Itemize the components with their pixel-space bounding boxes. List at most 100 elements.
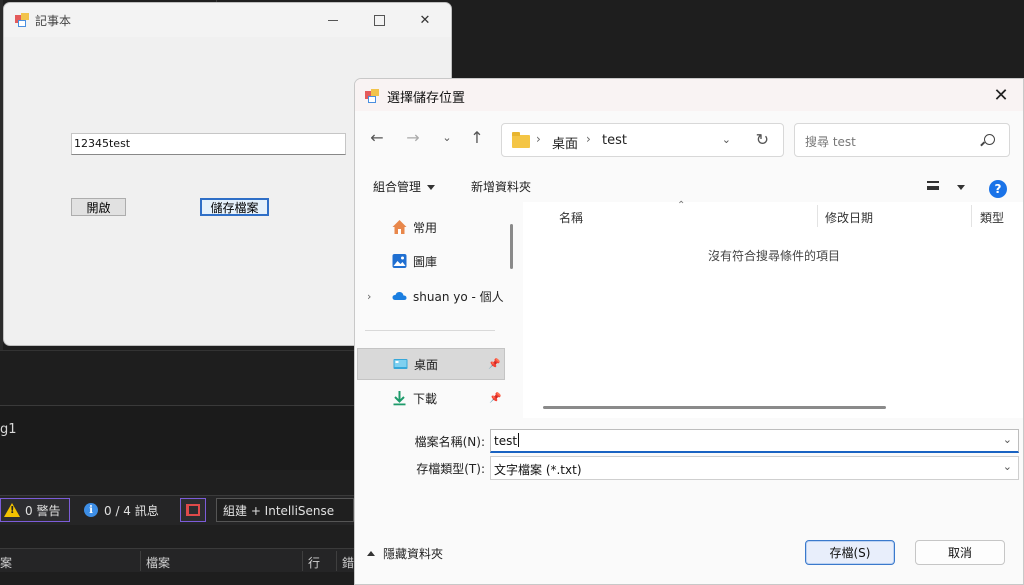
hide-folders-label: 隱藏資料夾 <box>383 547 444 561</box>
expand-chevron-icon[interactable]: › <box>367 290 371 303</box>
messages-filter-button[interactable]: i 0 / 4 訊息 <box>84 498 159 522</box>
text-cursor <box>518 433 520 447</box>
nav-item-desktop[interactable]: 桌面 📌 <box>357 348 505 380</box>
refresh-icon[interactable]: ↻ <box>756 130 769 149</box>
sort-ascending-icon: ⌃ <box>677 200 686 211</box>
gallery-icon <box>392 254 407 268</box>
filetype-value: 文字檔案 (*.txt) <box>494 463 582 477</box>
chevron-right-icon[interactable]: › <box>586 132 591 146</box>
clear-filter-button[interactable] <box>180 498 206 522</box>
warning-icon <box>4 503 20 517</box>
warnings-count: 0 警告 <box>25 503 61 518</box>
recent-locations-button[interactable]: ⌄ <box>435 125 459 149</box>
column-separator <box>140 551 141 571</box>
chevron-down-icon: ⌄ <box>1002 460 1012 473</box>
build-scope-select[interactable]: 組建 + IntelliSense <box>216 498 354 522</box>
pin-icon[interactable]: 📌 <box>488 359 500 370</box>
close-icon: ✕ <box>419 12 431 28</box>
col-description[interactable]: 案 <box>0 554 12 571</box>
info-icon: i <box>84 503 98 517</box>
content-textbox[interactable]: 12345test <box>71 133 346 155</box>
organize-label: 組合管理 <box>373 180 422 194</box>
forward-button[interactable]: → <box>401 125 425 149</box>
app-icon <box>365 89 379 103</box>
desktop-icon <box>393 359 408 369</box>
ide-error-list-body <box>0 572 354 585</box>
chevron-down-icon: ⌄ <box>442 130 452 144</box>
navigation-pane: 常用 圖庫 › shuan yo - 個人 桌面 📌 下載 📌 <box>355 202 513 418</box>
command-bar: 組合管理 新增資料夾 ? <box>355 172 1023 202</box>
close-button[interactable]: ✕ <box>402 3 448 37</box>
view-options-caret-icon[interactable] <box>957 185 965 190</box>
filetype-select[interactable]: 文字檔案 (*.txt) ⌄ <box>490 456 1019 480</box>
pin-icon[interactable]: 📌 <box>489 393 501 404</box>
search-box[interactable]: 搜尋 test <box>794 123 1010 157</box>
ide-output-pane <box>0 405 354 470</box>
filetype-label: 存檔類型(T): <box>416 462 485 476</box>
column-name[interactable]: 名稱 <box>559 209 583 226</box>
help-icon[interactable]: ? <box>989 180 1007 198</box>
save-file-button[interactable]: 儲存檔案 <box>200 198 269 216</box>
chevron-down-icon[interactable]: ⌄ <box>1003 433 1012 446</box>
app-icon <box>15 13 29 27</box>
column-date-modified[interactable]: 修改日期 <box>825 209 873 226</box>
address-dropdown-icon[interactable]: ⌄ <box>722 133 731 146</box>
nav-item-onedrive[interactable]: › shuan yo - 個人 <box>355 280 504 312</box>
search-placeholder: 搜尋 test <box>805 135 856 149</box>
nav-scrollbar[interactable] <box>510 224 513 269</box>
caret-down-icon <box>427 185 436 190</box>
view-list-icon[interactable] <box>927 181 939 190</box>
arrow-up-icon: ↑ <box>470 127 484 147</box>
nav-label: 下載 <box>413 391 438 406</box>
nav-label: shuan yo - 個人 <box>413 289 504 304</box>
folder-icon <box>512 132 530 148</box>
nav-item-downloads[interactable]: 下載 📌 <box>355 382 503 414</box>
nav-item-home[interactable]: 常用 <box>355 211 503 243</box>
warnings-filter-button[interactable]: 0 警告 <box>0 498 70 522</box>
back-button[interactable]: ← <box>365 125 389 149</box>
col-file[interactable]: 檔案 <box>146 554 170 571</box>
open-button[interactable]: 開啟 <box>71 198 126 216</box>
dialog-title-bar[interactable]: 選擇儲存位置 ✕ <box>355 79 1023 111</box>
chevron-right-icon[interactable]: › <box>536 132 541 146</box>
notepad-title: 記事本 <box>35 14 72 28</box>
maximize-button[interactable] <box>356 3 402 37</box>
nav-label: 圖庫 <box>413 254 438 269</box>
empty-results-message: 沒有符合搜尋條件的項目 <box>707 249 840 263</box>
file-list[interactable]: ⌃ 名稱 修改日期 類型 沒有符合搜尋條件的項目 <box>523 200 1023 418</box>
breadcrumb-test[interactable]: test <box>602 133 627 148</box>
arrow-right-icon: → <box>406 127 420 147</box>
dialog-close-button[interactable]: ✕ <box>979 79 1023 111</box>
organize-menu[interactable]: 組合管理 <box>373 178 436 195</box>
nav-separator <box>365 330 495 331</box>
messages-count: 0 / 4 訊息 <box>104 503 159 518</box>
new-folder-button[interactable]: 新增資料夾 <box>471 178 531 195</box>
column-separator <box>971 205 972 227</box>
horizontal-scrollbar[interactable] <box>543 406 886 409</box>
ide-top-area <box>216 0 1024 80</box>
filename-label: 檔案名稱(N): <box>414 435 485 449</box>
dialog-title: 選擇儲存位置 <box>387 91 466 106</box>
column-type[interactable]: 類型 <box>980 209 1004 226</box>
home-icon <box>392 220 407 234</box>
onedrive-cloud-icon <box>392 291 407 300</box>
filename-input[interactable]: test ⌄ <box>490 429 1019 453</box>
download-icon <box>393 391 406 406</box>
nav-item-gallery[interactable]: 圖庫 <box>355 245 503 277</box>
hide-folders-toggle[interactable]: 隱藏資料夾 <box>367 545 443 562</box>
nav-label: 常用 <box>413 220 438 235</box>
notepad-title-bar[interactable]: 記事本 ✕ <box>4 3 451 37</box>
save-button[interactable]: 存檔(S) <box>805 540 895 565</box>
column-separator <box>302 551 303 571</box>
search-icon[interactable] <box>984 134 995 145</box>
breadcrumb-desktop[interactable]: 桌面 <box>552 133 578 152</box>
filter-icon <box>186 504 200 516</box>
col-error[interactable]: 錯 <box>342 554 354 571</box>
address-bar[interactable]: › 桌面 › test ⌄ ↻ <box>501 123 784 157</box>
col-line[interactable]: 行 <box>308 554 320 571</box>
up-button[interactable]: ↑ <box>465 125 489 149</box>
ide-editor-area <box>0 350 354 405</box>
cancel-button[interactable]: 取消 <box>915 540 1005 565</box>
caret-up-icon <box>367 551 375 556</box>
minimize-button[interactable] <box>310 3 356 37</box>
